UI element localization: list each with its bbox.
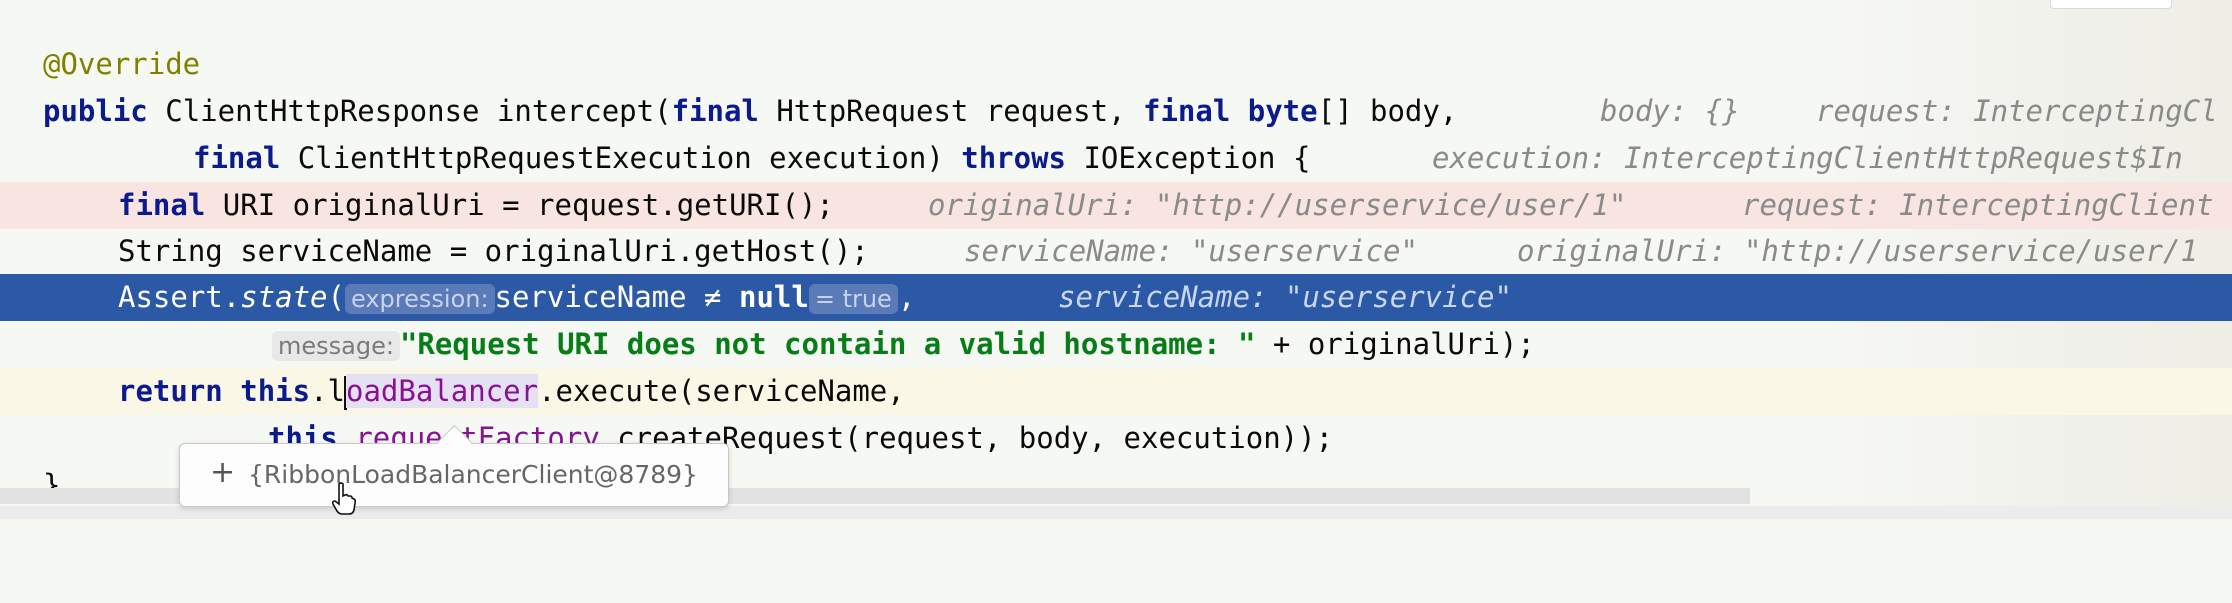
inline-value-execution: execution: InterceptingClientHttpRequest… [1432, 141, 2183, 175]
code-line-service-name[interactable]: String serviceName = originalUri.getHost… [0, 228, 2232, 275]
inline-value-body: body: {} [1600, 94, 1740, 128]
top-window-edge [2050, 0, 2172, 9]
code-line-return[interactable]: return this.loadBalancer.execute(service… [0, 368, 2232, 415]
code-line-original-uri[interactable]: final URI originalUri = request.getURI()… [0, 182, 2232, 229]
tooltip-value[interactable]: {RibbonLoadBalancerClient@8789} [248, 458, 698, 492]
annotation-text: @Override [43, 47, 201, 81]
inline-evaluation-result: = true [808, 284, 898, 314]
service-name-code: String serviceName = originalUri.getHost… [118, 234, 869, 268]
message-code: message: "Request URI does not contain a … [272, 321, 1535, 370]
return-code: return this.loadBalancer.execute(service… [118, 374, 905, 410]
code-editor[interactable]: @Override public ClientHttpResponse inte… [0, 0, 2232, 519]
code-line-signature-cont[interactable]: final ClientHttpRequestExecution executi… [0, 135, 2232, 182]
signature-code: public ClientHttpResponse intercept(fina… [43, 94, 1458, 128]
inline-value-original-uri: originalUri: "http://userservice/user/1" [928, 188, 1627, 222]
expand-plus-icon[interactable]: + [210, 456, 235, 490]
code-line-signature[interactable]: public ClientHttpResponse intercept(fina… [0, 88, 2232, 135]
code-line-annotation[interactable]: @Override [0, 41, 2232, 88]
signature-cont-code: final ClientHttpRequestExecution executi… [193, 141, 1311, 175]
inline-value-request-2: request: InterceptingClient [1742, 188, 2214, 222]
mouse-hand-cursor-icon [332, 482, 356, 515]
inline-value-service-name: serviceName: "userservice" [964, 234, 1418, 268]
code-line-assert-execution-point[interactable]: Assert.state(expression: serviceName ≠ nu… [0, 274, 2232, 321]
original-uri-code: final URI originalUri = request.getURI()… [118, 188, 834, 222]
debug-value-tooltip[interactable]: + {RibbonLoadBalancerClient@8789} [179, 424, 729, 507]
assert-code: Assert.state(expression: serviceName ≠ nu… [118, 280, 916, 314]
inline-value-service-name-2: serviceName: "userservice" [1058, 280, 1512, 314]
parameter-hint-expression: expression: [345, 284, 495, 314]
load-balancer-field: oadBalancer [346, 374, 539, 408]
inline-value-request: request: InterceptingCl [1816, 94, 2218, 128]
parameter-hint-message: message: [272, 331, 400, 361]
inline-value-original-uri-2: originalUri: "http://userservice/user/1 [1517, 234, 2198, 268]
code-line-message[interactable]: message: "Request URI does not contain a … [0, 321, 2232, 368]
